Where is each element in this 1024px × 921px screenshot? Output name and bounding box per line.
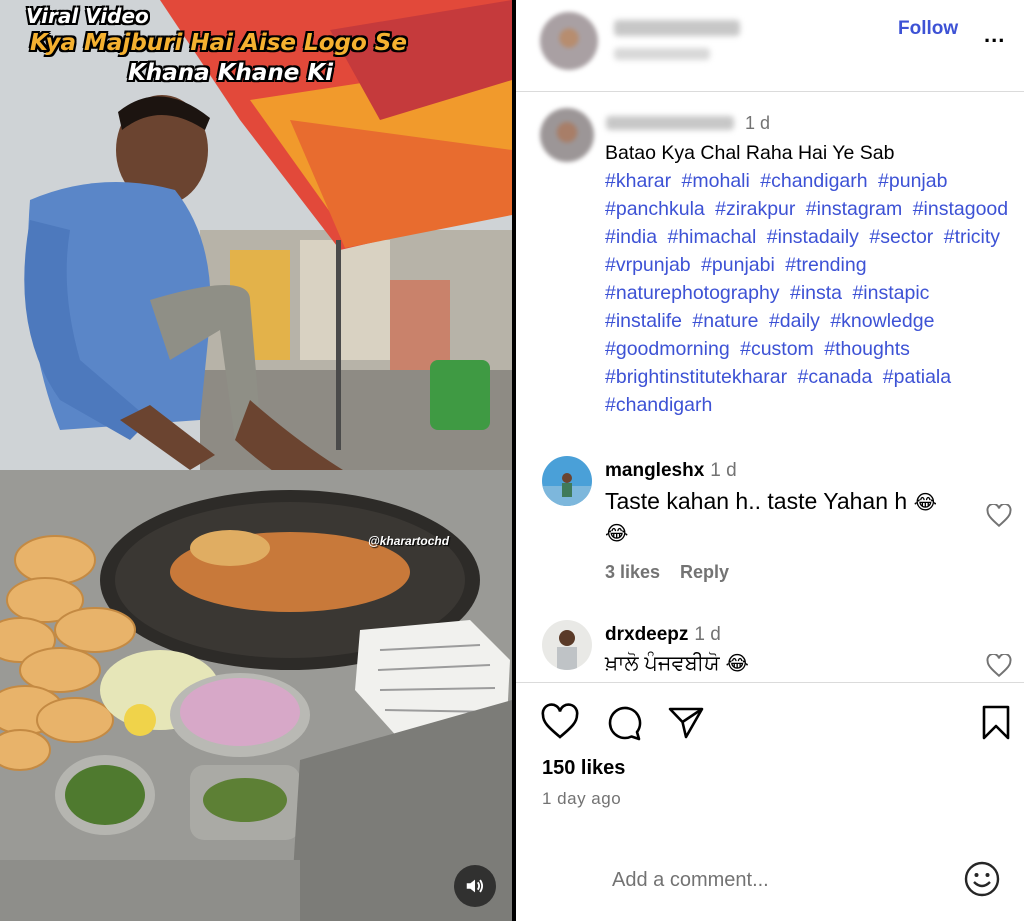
- speaker-icon: [466, 879, 484, 893]
- video-caption-line-2: Kya Majburi Hai Aise Logo Se: [30, 30, 407, 56]
- laughing-emoji-icon: 😂: [913, 490, 937, 514]
- post-date: 1 day ago: [542, 789, 622, 808]
- author-avatar[interactable]: [540, 12, 598, 70]
- hashtag-link[interactable]: #punjabi: [701, 254, 775, 276]
- laughing-emoji-icon: 😂: [605, 521, 629, 545]
- hashtag-link[interactable]: #insta: [790, 282, 842, 304]
- hashtag-link[interactable]: #mohali: [682, 170, 750, 192]
- comment-timestamp: 1 d: [694, 624, 721, 645]
- video-caption-line-1: Viral Video: [26, 4, 149, 28]
- comment-icon[interactable]: [604, 703, 644, 743]
- author-username-blurred[interactable]: [614, 20, 740, 36]
- hashtag-link[interactable]: #chandigarh: [760, 170, 867, 192]
- comment-timestamp: 1 d: [710, 460, 737, 481]
- caption-timestamp: 1 d: [745, 113, 771, 133]
- hashtag-list: #kharar #mohali #chandigarh #punjab #pan…: [605, 167, 1015, 419]
- hashtag-link[interactable]: #canada: [798, 366, 873, 388]
- hashtag-link[interactable]: #daily: [769, 310, 820, 332]
- hashtag-link[interactable]: #india: [605, 226, 657, 248]
- post-panel: Follow ... 1 d Batao Kya Chal Raha Hai Y…: [516, 0, 1024, 921]
- hashtag-link[interactable]: #trending: [785, 254, 866, 276]
- hashtag-link[interactable]: #instalife: [605, 310, 682, 332]
- hashtag-link[interactable]: #panchkula: [605, 198, 705, 220]
- video-watermark: @kharartochd: [368, 534, 450, 548]
- caption-username-blurred[interactable]: [606, 116, 734, 130]
- video-caption-line-3: Khana Khane Ki: [128, 60, 334, 86]
- hashtag-link[interactable]: #punjab: [878, 170, 947, 192]
- comment-input[interactable]: [612, 864, 942, 896]
- hashtag-link[interactable]: #vrpunjab: [605, 254, 691, 276]
- hashtag-link[interactable]: #instagood: [913, 198, 1008, 220]
- add-comment-bar: [516, 838, 1024, 921]
- like-count[interactable]: 150 likes: [542, 757, 625, 780]
- post-caption: Batao Kya Chal Raha Hai Ye Sab #kharar #…: [605, 139, 1015, 419]
- commenter-avatar[interactable]: [542, 620, 592, 670]
- commenter-avatar[interactable]: [542, 456, 592, 506]
- bookmark-icon[interactable]: [976, 703, 1016, 743]
- comment-likes[interactable]: 3 likes: [605, 562, 660, 582]
- post-actions: 150 likes 1 day ago: [516, 682, 1024, 822]
- hashtag-link[interactable]: #thoughts: [824, 338, 910, 360]
- comment-username[interactable]: drxdeepz 1 d: [605, 624, 721, 646]
- hashtag-link[interactable]: #tricity: [944, 226, 1000, 248]
- reply-button[interactable]: Reply: [680, 562, 729, 582]
- comment-username[interactable]: mangleshx 1 d: [605, 460, 737, 482]
- like-comment-heart-icon[interactable]: [986, 504, 1012, 528]
- hashtag-link[interactable]: #naturephotography: [605, 282, 780, 304]
- hashtag-link[interactable]: #custom: [740, 338, 814, 360]
- hashtag-link[interactable]: #himachal: [667, 226, 756, 248]
- caption-text: Batao Kya Chal Raha Hai Ye Sab: [605, 142, 895, 164]
- smiley-icon[interactable]: [963, 860, 1001, 898]
- hashtag-link[interactable]: #instagram: [806, 198, 902, 220]
- hashtag-link[interactable]: #nature: [692, 310, 758, 332]
- hashtag-link[interactable]: #zirakpur: [715, 198, 795, 220]
- video-frame: [0, 0, 512, 921]
- more-options-button[interactable]: ...: [984, 22, 1005, 48]
- post-header: Follow ...: [516, 0, 1024, 92]
- hashtag-link[interactable]: #chandigarh: [605, 394, 712, 416]
- share-icon[interactable]: [666, 703, 706, 743]
- post-video[interactable]: Viral Video Kya Majburi Hai Aise Logo Se…: [0, 0, 512, 921]
- heart-icon[interactable]: [540, 703, 580, 743]
- comment-text: ਖ਼ਾਲੋ ਪੰਜਵਬੀਯੋ 😂: [605, 651, 749, 675]
- hashtag-link[interactable]: #sector: [869, 226, 933, 248]
- mute-button[interactable]: [454, 865, 496, 907]
- hashtag-link[interactable]: #instapic: [852, 282, 929, 304]
- like-comment-heart-icon[interactable]: [986, 654, 1012, 678]
- hashtag-link[interactable]: #knowledge: [830, 310, 934, 332]
- hashtag-link[interactable]: #patiala: [883, 366, 951, 388]
- comment-meta: 3 likes Reply: [605, 562, 729, 583]
- hashtag-link[interactable]: #instadaily: [767, 226, 859, 248]
- audio-label-blurred[interactable]: [614, 48, 710, 60]
- hashtag-link[interactable]: #goodmorning: [605, 338, 730, 360]
- hashtag-link[interactable]: #kharar: [605, 170, 671, 192]
- laughing-emoji-icon: 😂: [725, 651, 749, 675]
- hashtag-link[interactable]: #brightinstitutekharar: [605, 366, 787, 388]
- comment-text: Taste kahan h.. taste Yahan h 😂 😂: [605, 488, 937, 545]
- follow-button[interactable]: Follow: [898, 18, 958, 40]
- caption-author-avatar[interactable]: [540, 108, 594, 162]
